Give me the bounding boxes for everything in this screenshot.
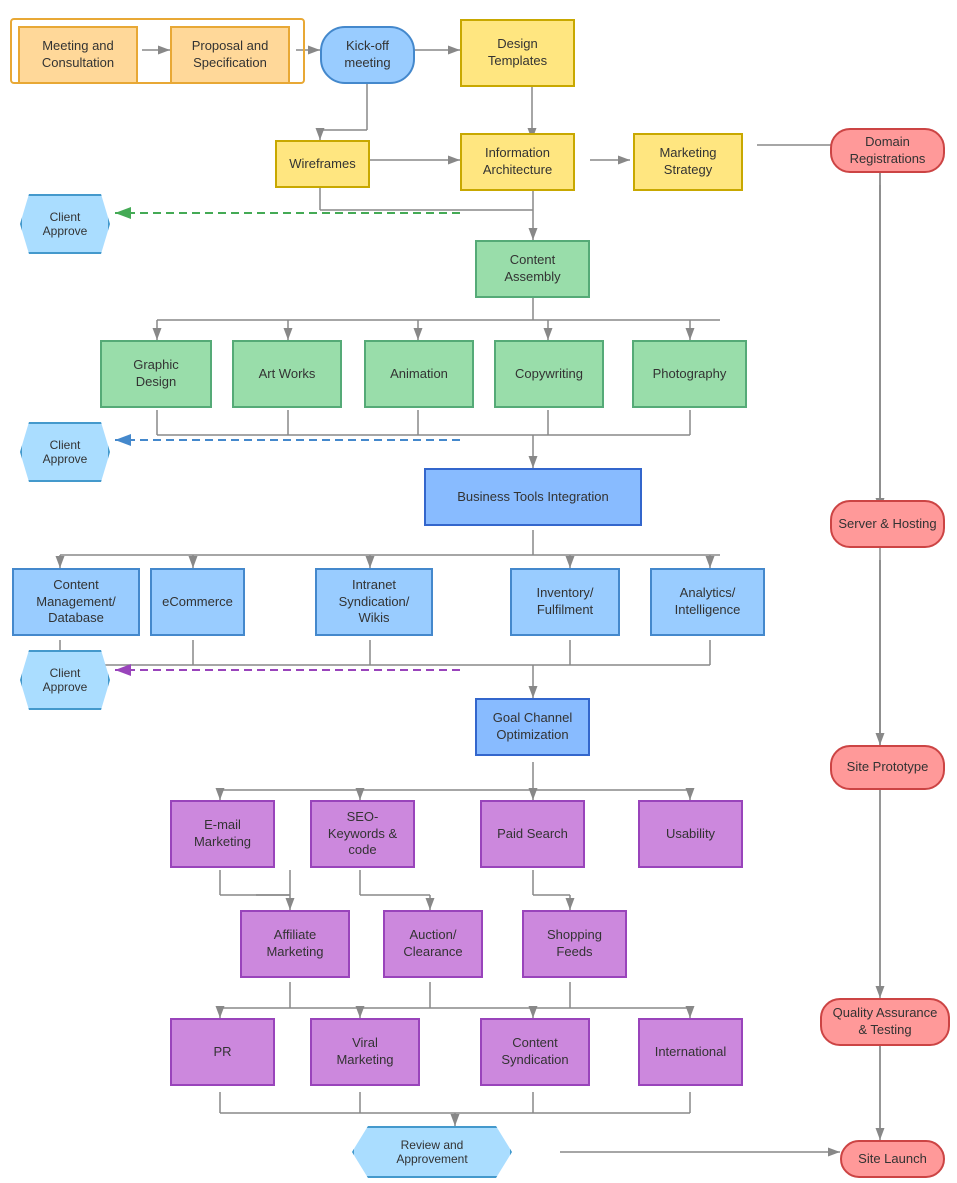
paid-search-label: Paid Search [497,826,568,843]
intranet-label: Intranet Syndication/Wikis [317,577,431,628]
affiliate-node: AffiliateMarketing [240,910,350,978]
seo-label: SEO-Keywords &code [328,809,397,860]
graphic-design-label: GraphicDesign [133,357,179,391]
goal-channel-node: Goal ChannelOptimization [475,698,590,756]
photography-node: Photography [632,340,747,408]
animation-label: Animation [390,366,448,383]
ecommerce-node: eCommerce [150,568,245,636]
usability-node: Usability [638,800,743,868]
international-node: International [638,1018,743,1086]
analytics-node: Analytics/Intelligence [650,568,765,636]
usability-label: Usability [666,826,715,843]
content-syndication-node: ContentSyndication [480,1018,590,1086]
info-arch-label: InformationArchitecture [483,145,552,179]
site-prototype-label: Site Prototype [847,759,929,776]
copywriting-label: Copywriting [515,366,583,383]
biz-tools-label: Business Tools Integration [457,489,609,506]
inventory-node: Inventory/Fulfilment [510,568,620,636]
content-assembly-node: ContentAssembly [475,240,590,298]
viral-label: ViralMarketing [336,1035,393,1069]
domain-label: DomainRegistrations [850,134,926,168]
review-node: Review andApprovement [352,1126,512,1178]
art-works-node: Art Works [232,340,342,408]
site-launch-node: Site Launch [840,1140,945,1178]
international-label: International [655,1044,727,1061]
biz-tools-node: Business Tools Integration [424,468,642,526]
site-prototype-node: Site Prototype [830,745,945,790]
proposal-node: Proposal andSpecification [170,26,290,84]
proposal-label: Proposal andSpecification [192,38,269,72]
shopping-feeds-node: ShoppingFeeds [522,910,627,978]
qa-label: Quality Assurance& Testing [833,1005,938,1039]
inventory-label: Inventory/Fulfilment [536,585,593,619]
kickoff-node: Kick-offmeeting [320,26,415,84]
content-mgmt-label: Content Management/Database [14,577,138,628]
marketing-label: MarketingStrategy [659,145,716,179]
intranet-node: Intranet Syndication/Wikis [315,568,433,636]
client-approve-3: ClientApprove [20,650,110,710]
wireframes-label: Wireframes [289,156,355,173]
marketing-node: MarketingStrategy [633,133,743,191]
client-approve-2: ClientApprove [20,422,110,482]
animation-node: Animation [364,340,474,408]
design-templates-node: DesignTemplates [460,19,575,87]
affiliate-label: AffiliateMarketing [266,927,323,961]
goal-channel-label: Goal ChannelOptimization [493,710,573,744]
server-node: Server & Hosting [830,500,945,548]
auction-label: Auction/Clearance [403,927,462,961]
content-assembly-label: ContentAssembly [504,252,560,286]
email-marketing-node: E-mailMarketing [170,800,275,868]
seo-node: SEO-Keywords &code [310,800,415,868]
diagram: Meeting andConsultation Proposal andSpec… [0,0,957,1183]
copywriting-node: Copywriting [494,340,604,408]
auction-node: Auction/Clearance [383,910,483,978]
design-templates-label: DesignTemplates [488,36,547,70]
wireframes-node: Wireframes [275,140,370,188]
viral-node: ViralMarketing [310,1018,420,1086]
shopping-feeds-label: ShoppingFeeds [547,927,602,961]
meeting-label: Meeting andConsultation [42,38,114,72]
domain-node: DomainRegistrations [830,128,945,173]
content-syndication-label: ContentSyndication [501,1035,568,1069]
art-works-label: Art Works [259,366,316,383]
email-marketing-label: E-mailMarketing [194,817,251,851]
meeting-node: Meeting andConsultation [18,26,138,84]
pr-label: PR [213,1044,231,1061]
info-arch-node: InformationArchitecture [460,133,575,191]
analytics-label: Analytics/Intelligence [675,585,741,619]
site-launch-label: Site Launch [858,1151,927,1168]
ecommerce-label: eCommerce [162,594,233,611]
kickoff-label: Kick-offmeeting [344,38,390,72]
paid-search-node: Paid Search [480,800,585,868]
graphic-design-node: GraphicDesign [100,340,212,408]
photography-label: Photography [653,366,727,383]
client-approve-1: ClientApprove [20,194,110,254]
content-mgmt-node: Content Management/Database [12,568,140,636]
pr-node: PR [170,1018,275,1086]
qa-node: Quality Assurance& Testing [820,998,950,1046]
server-label: Server & Hosting [838,516,936,533]
